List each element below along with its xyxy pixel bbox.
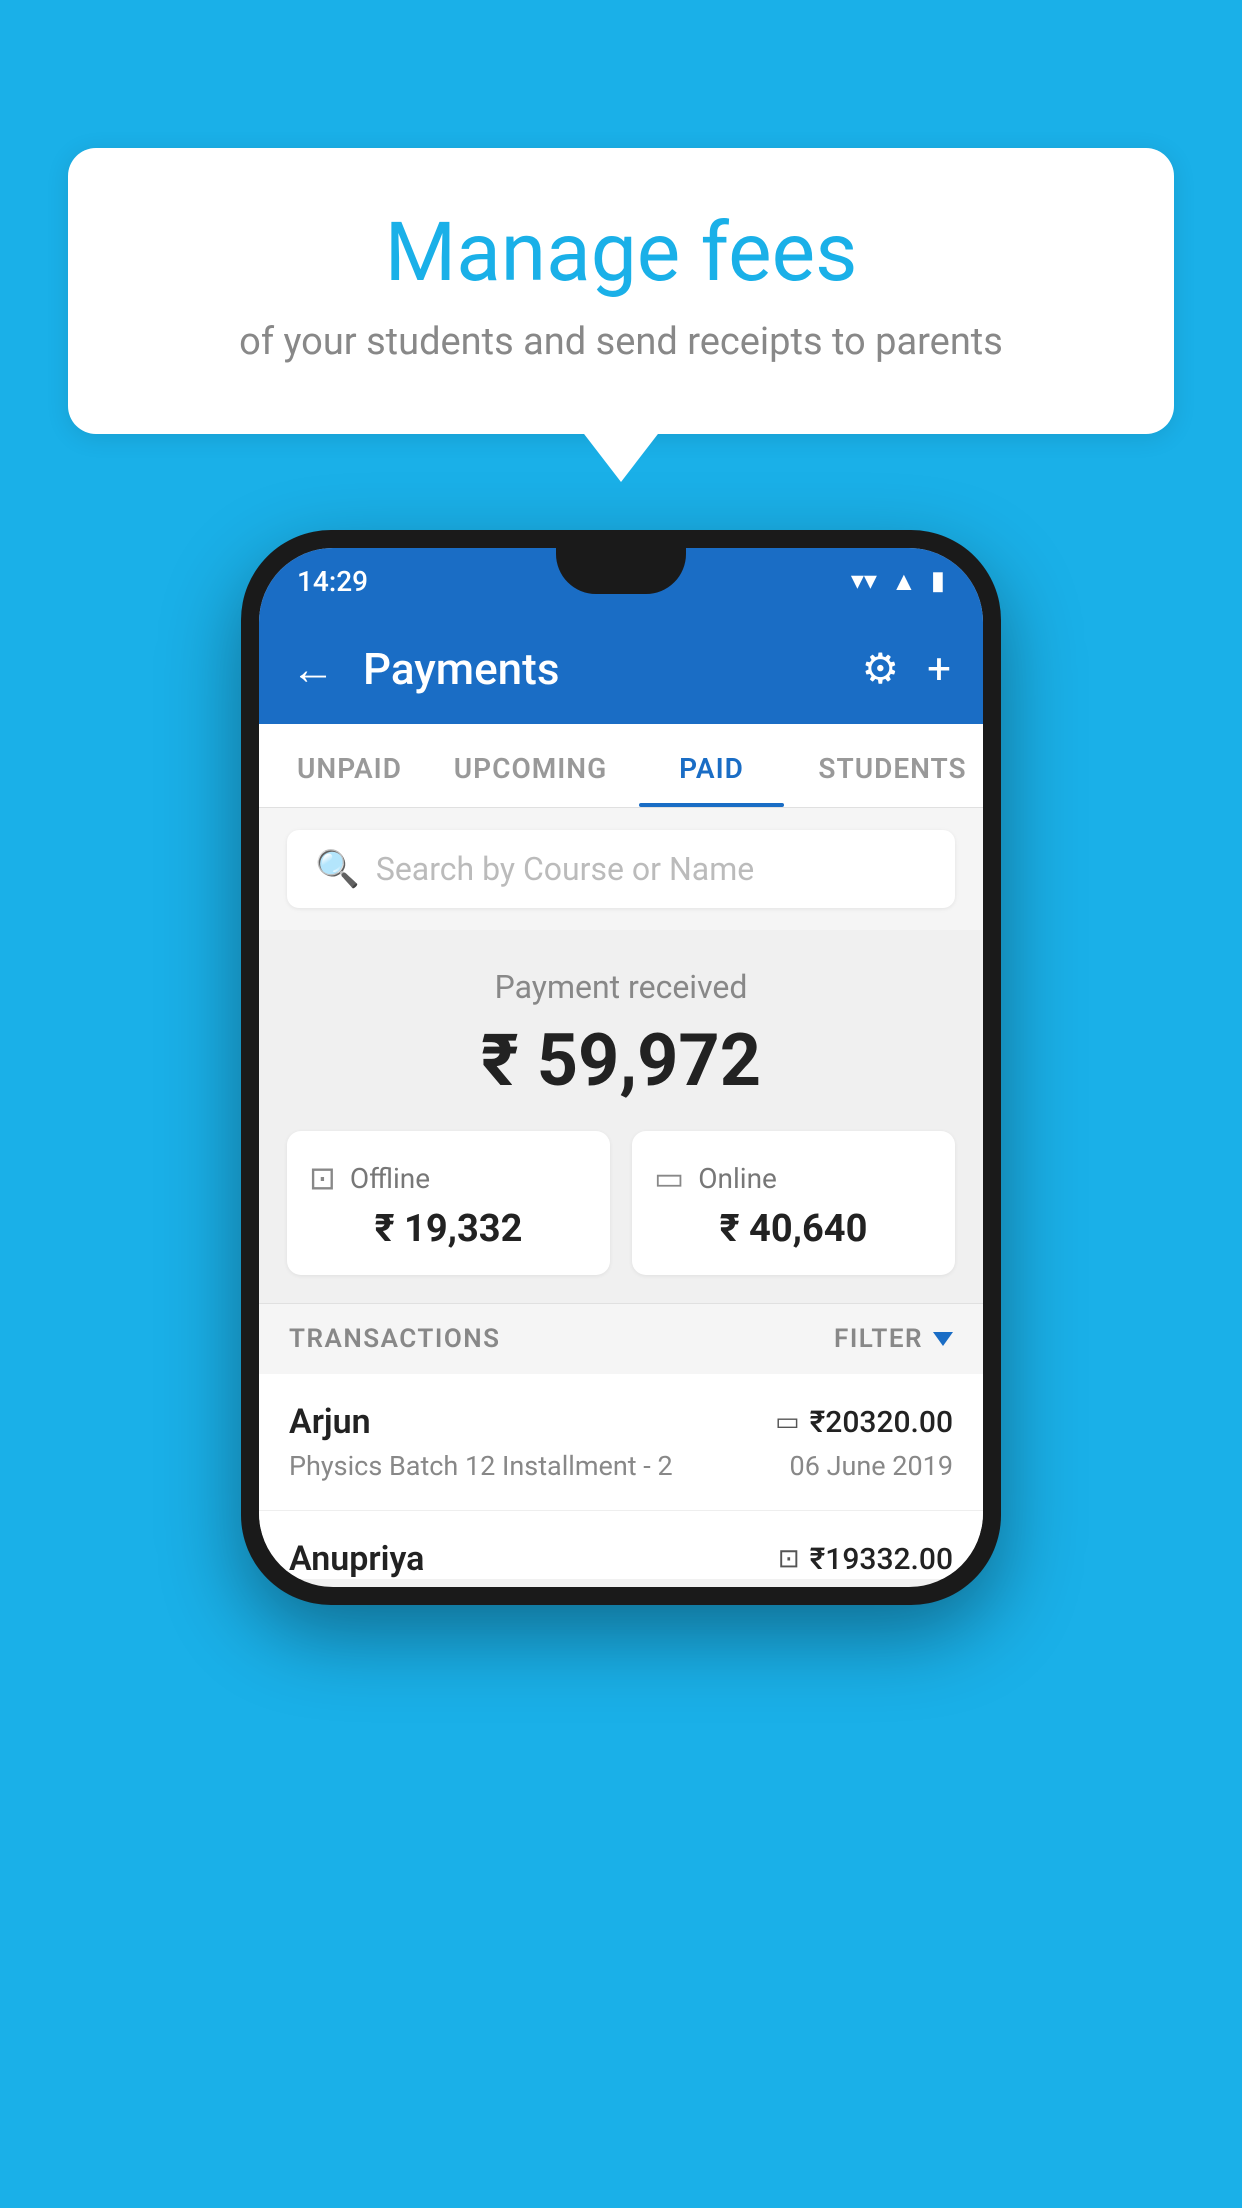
search-input[interactable]: Search by Course or Name [376, 850, 754, 888]
payment-received-label: Payment received [279, 968, 963, 1006]
settings-icon[interactable]: ⚙ [862, 644, 900, 694]
back-button[interactable]: ← [291, 643, 335, 695]
transaction-course: Physics Batch 12 Installment - 2 [289, 1450, 673, 1482]
transaction-item-anupriya[interactable]: Anupriya ⊡ ₹19332.00 [259, 1511, 983, 1579]
status-bar: 14:29 ▾▾ ▲ ▮ [259, 548, 983, 614]
phone-frame: 14:29 ▾▾ ▲ ▮ ← Payments ⚙ + UNPAID UPCOM… [241, 530, 1001, 1605]
online-card-header: ▭ Online [654, 1159, 933, 1197]
online-icon: ▭ [654, 1159, 684, 1197]
speech-bubble-title: Manage fees [118, 208, 1124, 298]
payment-received-section: Payment received ₹ 59,972 ⊡ Offline ₹ 19… [259, 930, 983, 1303]
offline-label: Offline [350, 1162, 430, 1195]
tab-paid[interactable]: PAID [621, 724, 802, 807]
payment-cards: ⊡ Offline ₹ 19,332 ▭ Online ₹ 40,640 [279, 1131, 963, 1275]
transaction-name: Arjun [289, 1402, 371, 1442]
transaction-amount-2: ₹19332.00 [810, 1542, 953, 1577]
online-label: Online [698, 1162, 777, 1195]
page-title: Payments [363, 643, 842, 695]
transaction-amount-wrap: ▭ ₹20320.00 [775, 1405, 953, 1440]
battery-icon: ▮ [931, 566, 945, 596]
offline-amount: ₹ 19,332 [309, 1207, 588, 1251]
speech-bubble-subtitle: of your students and send receipts to pa… [118, 320, 1124, 364]
filter-button[interactable]: FILTER [834, 1324, 953, 1354]
online-payment-icon: ▭ [775, 1407, 800, 1437]
app-bar: ← Payments ⚙ + [259, 614, 983, 724]
tab-upcoming[interactable]: UPCOMING [440, 724, 621, 807]
tab-unpaid[interactable]: UNPAID [259, 724, 440, 807]
filter-triangle-icon [933, 1332, 953, 1346]
online-amount: ₹ 40,640 [654, 1207, 933, 1251]
transaction-row-top: Arjun ▭ ₹20320.00 [289, 1402, 953, 1442]
transaction-row-top-2: Anupriya ⊡ ₹19332.00 [289, 1539, 953, 1579]
tabs: UNPAID UPCOMING PAID STUDENTS [259, 724, 983, 808]
signal-icon: ▲ [891, 566, 917, 597]
offline-icon: ⊡ [309, 1159, 336, 1197]
filter-label: FILTER [834, 1324, 923, 1354]
transactions-header: TRANSACTIONS FILTER [259, 1303, 983, 1374]
transactions-label: TRANSACTIONS [289, 1324, 501, 1354]
transaction-amount: ₹20320.00 [810, 1405, 953, 1440]
transaction-item-arjun[interactable]: Arjun ▭ ₹20320.00 Physics Batch 12 Insta… [259, 1374, 983, 1511]
search-icon: 🔍 [315, 848, 360, 890]
offline-payment-icon: ⊡ [778, 1544, 800, 1574]
transaction-date: 06 June 2019 [790, 1450, 953, 1482]
offline-card-header: ⊡ Offline [309, 1159, 588, 1197]
search-container: 🔍 Search by Course or Name [259, 808, 983, 930]
tab-students[interactable]: STUDENTS [802, 724, 983, 807]
phone-screen: 14:29 ▾▾ ▲ ▮ ← Payments ⚙ + UNPAID UPCOM… [259, 548, 983, 1587]
notch [556, 548, 686, 594]
add-icon[interactable]: + [927, 645, 951, 694]
payment-received-amount: ₹ 59,972 [279, 1018, 963, 1103]
transaction-amount-wrap-2: ⊡ ₹19332.00 [778, 1542, 953, 1577]
online-card: ▭ Online ₹ 40,640 [632, 1131, 955, 1275]
transaction-name-2: Anupriya [289, 1539, 424, 1579]
app-bar-actions: ⚙ + [862, 644, 952, 694]
offline-card: ⊡ Offline ₹ 19,332 [287, 1131, 610, 1275]
wifi-icon: ▾▾ [851, 566, 877, 596]
transaction-row-bottom: Physics Batch 12 Installment - 2 06 June… [289, 1450, 953, 1482]
search-bar[interactable]: 🔍 Search by Course or Name [287, 830, 955, 908]
status-icons: ▾▾ ▲ ▮ [851, 566, 945, 597]
status-time: 14:29 [297, 565, 368, 598]
speech-bubble: Manage fees of your students and send re… [68, 148, 1174, 434]
